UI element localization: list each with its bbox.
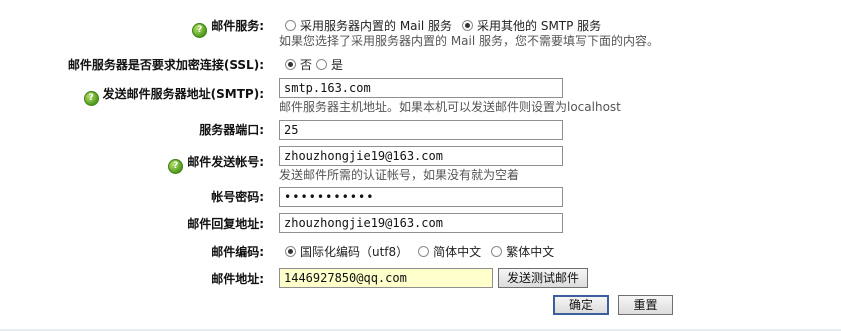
ssl-option-no[interactable]: 否	[285, 57, 312, 73]
account-input[interactable]: zhouzhongjie19@163.com	[279, 146, 563, 166]
help-icon[interactable]: ?	[168, 159, 184, 174]
option-label: 否	[300, 58, 313, 72]
account-label-wrap: ? 邮件发送帐号:	[168, 154, 264, 174]
smtp-host-label: 发送邮件服务器地址(SMTP):	[102, 87, 264, 101]
ssl-option-yes[interactable]: 是	[316, 57, 343, 73]
reply-address-input[interactable]: zhouzhongjie19@163.com	[279, 213, 563, 233]
account-hint: 发送邮件所需的认证帐号，如果没有就为空着	[279, 168, 520, 182]
mail-service-option-builtin[interactable]: 采用服务器内置的 Mail 服务	[285, 18, 452, 34]
option-label: 采用服务器内置的 Mail 服务	[300, 19, 453, 33]
send-test-mail-button[interactable]: 发送测试邮件	[498, 268, 588, 288]
mail-service-option-smtp[interactable]: 采用其他的 SMTP 服务	[462, 18, 601, 34]
port-input[interactable]: 25	[279, 120, 563, 140]
option-label: 简体中文	[433, 245, 482, 259]
account-label: 邮件发送帐号:	[187, 155, 264, 169]
password-input[interactable]: •••••••••••	[279, 187, 563, 207]
encoding-options: 国际化编码（utf8） 简体中文 繁体中文	[285, 244, 564, 260]
smtp-host-input[interactable]: smtp.163.com	[279, 78, 563, 98]
encoding-label: 邮件编码:	[211, 245, 264, 259]
port-label: 服务器端口:	[199, 123, 264, 137]
smtp-host-hint: 邮件服务器主机地址。如果本机可以发送邮件则设置为localhost	[279, 100, 621, 114]
radio-simplified[interactable]	[418, 246, 430, 257]
help-icon[interactable]: ?	[83, 91, 99, 106]
confirm-button[interactable]: 确定	[553, 295, 609, 315]
radio-ssl-no[interactable]	[285, 59, 296, 70]
help-icon[interactable]: ?	[192, 23, 208, 38]
radio-utf8[interactable]	[285, 246, 296, 257]
reset-button[interactable]: 重置	[618, 295, 673, 315]
mail-service-label: 邮件服务:	[211, 19, 264, 33]
reply-address-label: 邮件回复地址:	[187, 217, 264, 231]
encoding-option-big5[interactable]: 繁体中文	[491, 244, 554, 260]
radio-builtin-mail[interactable]	[285, 20, 296, 31]
radio-traditional[interactable]	[491, 246, 503, 257]
option-label: 采用其他的 SMTP 服务	[477, 19, 602, 33]
option-label: 国际化编码（utf8）	[300, 245, 409, 259]
option-label: 是	[331, 58, 344, 72]
smtp-host-label-wrap: ? 发送邮件服务器地址(SMTP):	[83, 86, 264, 106]
radio-smtp[interactable]	[462, 20, 474, 31]
encoding-option-gbk[interactable]: 简体中文	[418, 244, 481, 260]
encoding-option-utf8[interactable]: 国际化编码（utf8）	[285, 244, 408, 260]
option-label: 繁体中文	[506, 245, 555, 259]
password-label: 帐号密码:	[211, 190, 264, 204]
mail-service-hint: 如果您选择了采用服务器内置的 Mail 服务，您不需要填写下面的内容。	[279, 34, 660, 48]
radio-ssl-yes[interactable]	[316, 59, 328, 70]
mail-service-options: 采用服务器内置的 Mail 服务 采用其他的 SMTP 服务	[285, 18, 611, 34]
ssl-label: 邮件服务器是否要求加密连接(SSL):	[67, 58, 264, 72]
mail-service-label-wrap: ? 邮件服务:	[192, 18, 264, 38]
mail-address-input[interactable]: 1446927850@qq.com	[279, 268, 493, 288]
mail-address-label: 邮件地址:	[211, 272, 264, 286]
ssl-options: 否是	[285, 57, 353, 73]
